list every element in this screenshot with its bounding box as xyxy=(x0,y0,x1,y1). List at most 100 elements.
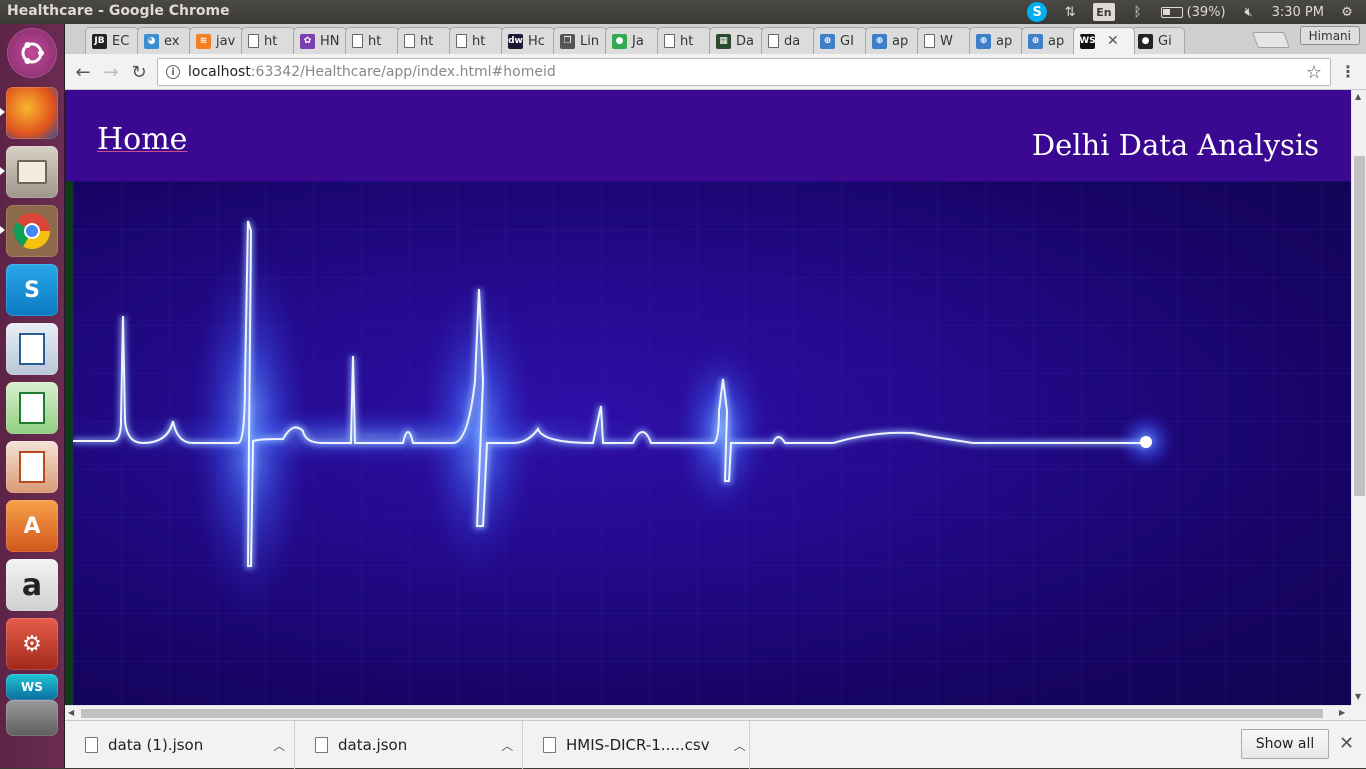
download-filename: HMIS-DICR-1.....csv xyxy=(566,736,710,754)
info-icon[interactable]: i xyxy=(166,65,180,79)
horizontal-scrollbar[interactable]: ◀ ▶ xyxy=(65,705,1351,720)
battery-percent: (39%) xyxy=(1186,4,1226,20)
horizontal-scroll-thumb[interactable] xyxy=(81,709,1323,718)
system-top-bar: Healthcare - Google Chrome S ⇅ En ᛒ (39%… xyxy=(0,0,1366,24)
hero-left-edge xyxy=(65,181,73,705)
scroll-up-arrow-icon[interactable]: ▲ xyxy=(1355,92,1361,101)
browser-tab[interactable]: dw Hc xyxy=(501,27,555,54)
address-bar[interactable]: i localhost:63342/Healthcare/app/index.h… xyxy=(157,58,1331,86)
settings-gear-icon[interactable]: ⚙ xyxy=(1338,3,1356,21)
browser-tab[interactable]: ⊕ ap xyxy=(969,27,1023,54)
download-item[interactable]: HMIS-DICR-1.....csv ︿ xyxy=(523,721,750,769)
doc-icon xyxy=(456,34,467,48)
tab-label: Gi xyxy=(1158,33,1172,49)
browser-tab[interactable]: ht xyxy=(241,27,295,54)
chrome-icon[interactable] xyxy=(6,205,58,257)
close-tab-icon[interactable]: ✕ xyxy=(1107,33,1119,49)
browser-tab[interactable]: JB EC xyxy=(85,27,139,54)
skype-tray-icon[interactable]: S xyxy=(1027,2,1048,22)
browser-tab[interactable]: ≋ jav xyxy=(189,27,243,54)
battery-indicator[interactable]: (39%) xyxy=(1160,3,1226,21)
browser-toolbar: ← → ↻ i localhost:63342/Healthcare/app/i… xyxy=(65,54,1366,90)
browser-tab[interactable]: ⊕ ap xyxy=(865,27,919,54)
browser-tab[interactable]: W xyxy=(917,27,971,54)
vertical-scroll-thumb[interactable] xyxy=(1354,156,1365,496)
tab-label: Da xyxy=(736,33,754,49)
libreoffice-writer-icon[interactable] xyxy=(6,323,58,375)
disk-icon[interactable] xyxy=(6,700,58,736)
skype-icon[interactable]: S xyxy=(6,264,58,316)
firefox-icon[interactable] xyxy=(6,87,58,139)
chevron-up-icon[interactable]: ︿ xyxy=(734,737,746,754)
data-icon: ▦ xyxy=(716,33,731,49)
chrome-menu-icon[interactable]: ⋮ xyxy=(1340,62,1356,81)
reload-icon[interactable]: ↻ xyxy=(127,60,151,84)
heartbeat-lifeline-image xyxy=(73,181,1351,705)
clock[interactable]: 3:30 PM xyxy=(1272,3,1324,21)
browser-tab[interactable]: ⊕ GI xyxy=(813,27,867,54)
browser-tab[interactable]: da xyxy=(761,27,815,54)
keyboard-layout-indicator[interactable]: En xyxy=(1093,3,1115,21)
scroll-down-arrow-icon[interactable]: ▼ xyxy=(1355,692,1361,701)
new-tab-button[interactable] xyxy=(1252,32,1290,48)
vertical-scrollbar[interactable]: ▲ ▼ xyxy=(1351,90,1366,705)
who-icon: ⊕ xyxy=(1028,33,1043,49)
running-indicator xyxy=(0,226,5,234)
bluetooth-icon[interactable]: ᛒ xyxy=(1129,3,1147,21)
globe-icon: ◕ xyxy=(144,33,159,49)
site-title: Delhi Data Analysis xyxy=(1031,128,1319,162)
browser-tab[interactable]: ht xyxy=(397,27,451,54)
scroll-left-arrow-icon[interactable]: ◀ xyxy=(68,708,74,717)
browser-tab[interactable]: ⊕ ap xyxy=(1021,27,1075,54)
chevron-up-icon[interactable]: ︿ xyxy=(501,737,513,754)
who-icon: ⊕ xyxy=(820,33,835,49)
browser-tab[interactable]: ❐ Lin xyxy=(553,27,607,54)
tab-label: ex xyxy=(164,33,180,49)
system-tray: S ⇅ En ᛒ (39%) 🔇︎ 3:30 PM ⚙ xyxy=(1027,0,1366,24)
doc-icon xyxy=(768,34,779,48)
browser-tab[interactable]: ● Gi xyxy=(1131,27,1185,54)
browser-tab[interactable]: ● Ja xyxy=(605,27,659,54)
libreoffice-calc-icon[interactable] xyxy=(6,382,58,434)
volume-muted-icon[interactable]: 🔇︎ xyxy=(1240,3,1258,21)
download-item[interactable]: data (1).json ︿ xyxy=(65,721,295,769)
browser-tab[interactable]: ◕ ex xyxy=(137,27,191,54)
github-icon: ● xyxy=(1138,33,1153,49)
url-path: :63342/Healthcare/app/index.html#homeid xyxy=(250,64,556,80)
browser-tab[interactable]: ✿ HN xyxy=(293,27,347,54)
software-center-icon[interactable]: A xyxy=(6,500,58,552)
browser-tab[interactable]: ht xyxy=(345,27,399,54)
tab-label: Hc xyxy=(528,33,545,49)
home-link[interactable]: Home xyxy=(97,122,187,157)
unity-launcher: S A a ⚙ WS xyxy=(0,24,65,768)
tab-label: ap xyxy=(892,33,909,49)
ubuntu-dash-icon[interactable] xyxy=(7,28,57,78)
tab-label: jav xyxy=(216,33,236,49)
browser-tab[interactable]: ht xyxy=(657,27,711,54)
back-arrow-icon[interactable]: ← xyxy=(71,60,95,84)
amazon-icon[interactable]: a xyxy=(6,559,58,611)
tab-label: ht xyxy=(680,33,694,49)
download-item[interactable]: data.json ︿ xyxy=(295,721,523,769)
system-settings-icon[interactable]: ⚙ xyxy=(6,618,58,670)
close-icon[interactable]: ✕ xyxy=(1339,733,1354,754)
libreoffice-impress-icon[interactable] xyxy=(6,441,58,493)
file-icon xyxy=(315,737,328,753)
tab-label: ht xyxy=(264,33,278,49)
chevron-up-icon[interactable]: ︿ xyxy=(273,737,285,754)
tab-label: ht xyxy=(420,33,434,49)
files-icon[interactable] xyxy=(6,146,58,198)
browser-tab[interactable]: ht xyxy=(449,27,503,54)
network-icon[interactable]: ⇅ xyxy=(1061,3,1079,21)
doc-icon xyxy=(352,34,363,48)
show-all-downloads-button[interactable]: Show all xyxy=(1241,729,1329,759)
bookmark-star-icon[interactable]: ☆ xyxy=(1306,62,1322,83)
scroll-right-arrow-icon[interactable]: ▶ xyxy=(1339,708,1345,717)
browser-tab[interactable]: ▦ Da xyxy=(709,27,763,54)
tab-label: ap xyxy=(1048,33,1065,49)
forward-arrow-icon[interactable]: → xyxy=(99,60,123,84)
browser-tab[interactable]: WS ✕ xyxy=(1073,27,1135,54)
webstorm-icon[interactable]: WS xyxy=(6,674,58,700)
profile-button[interactable]: Himani xyxy=(1299,26,1360,45)
who-icon: ⊕ xyxy=(872,33,887,49)
